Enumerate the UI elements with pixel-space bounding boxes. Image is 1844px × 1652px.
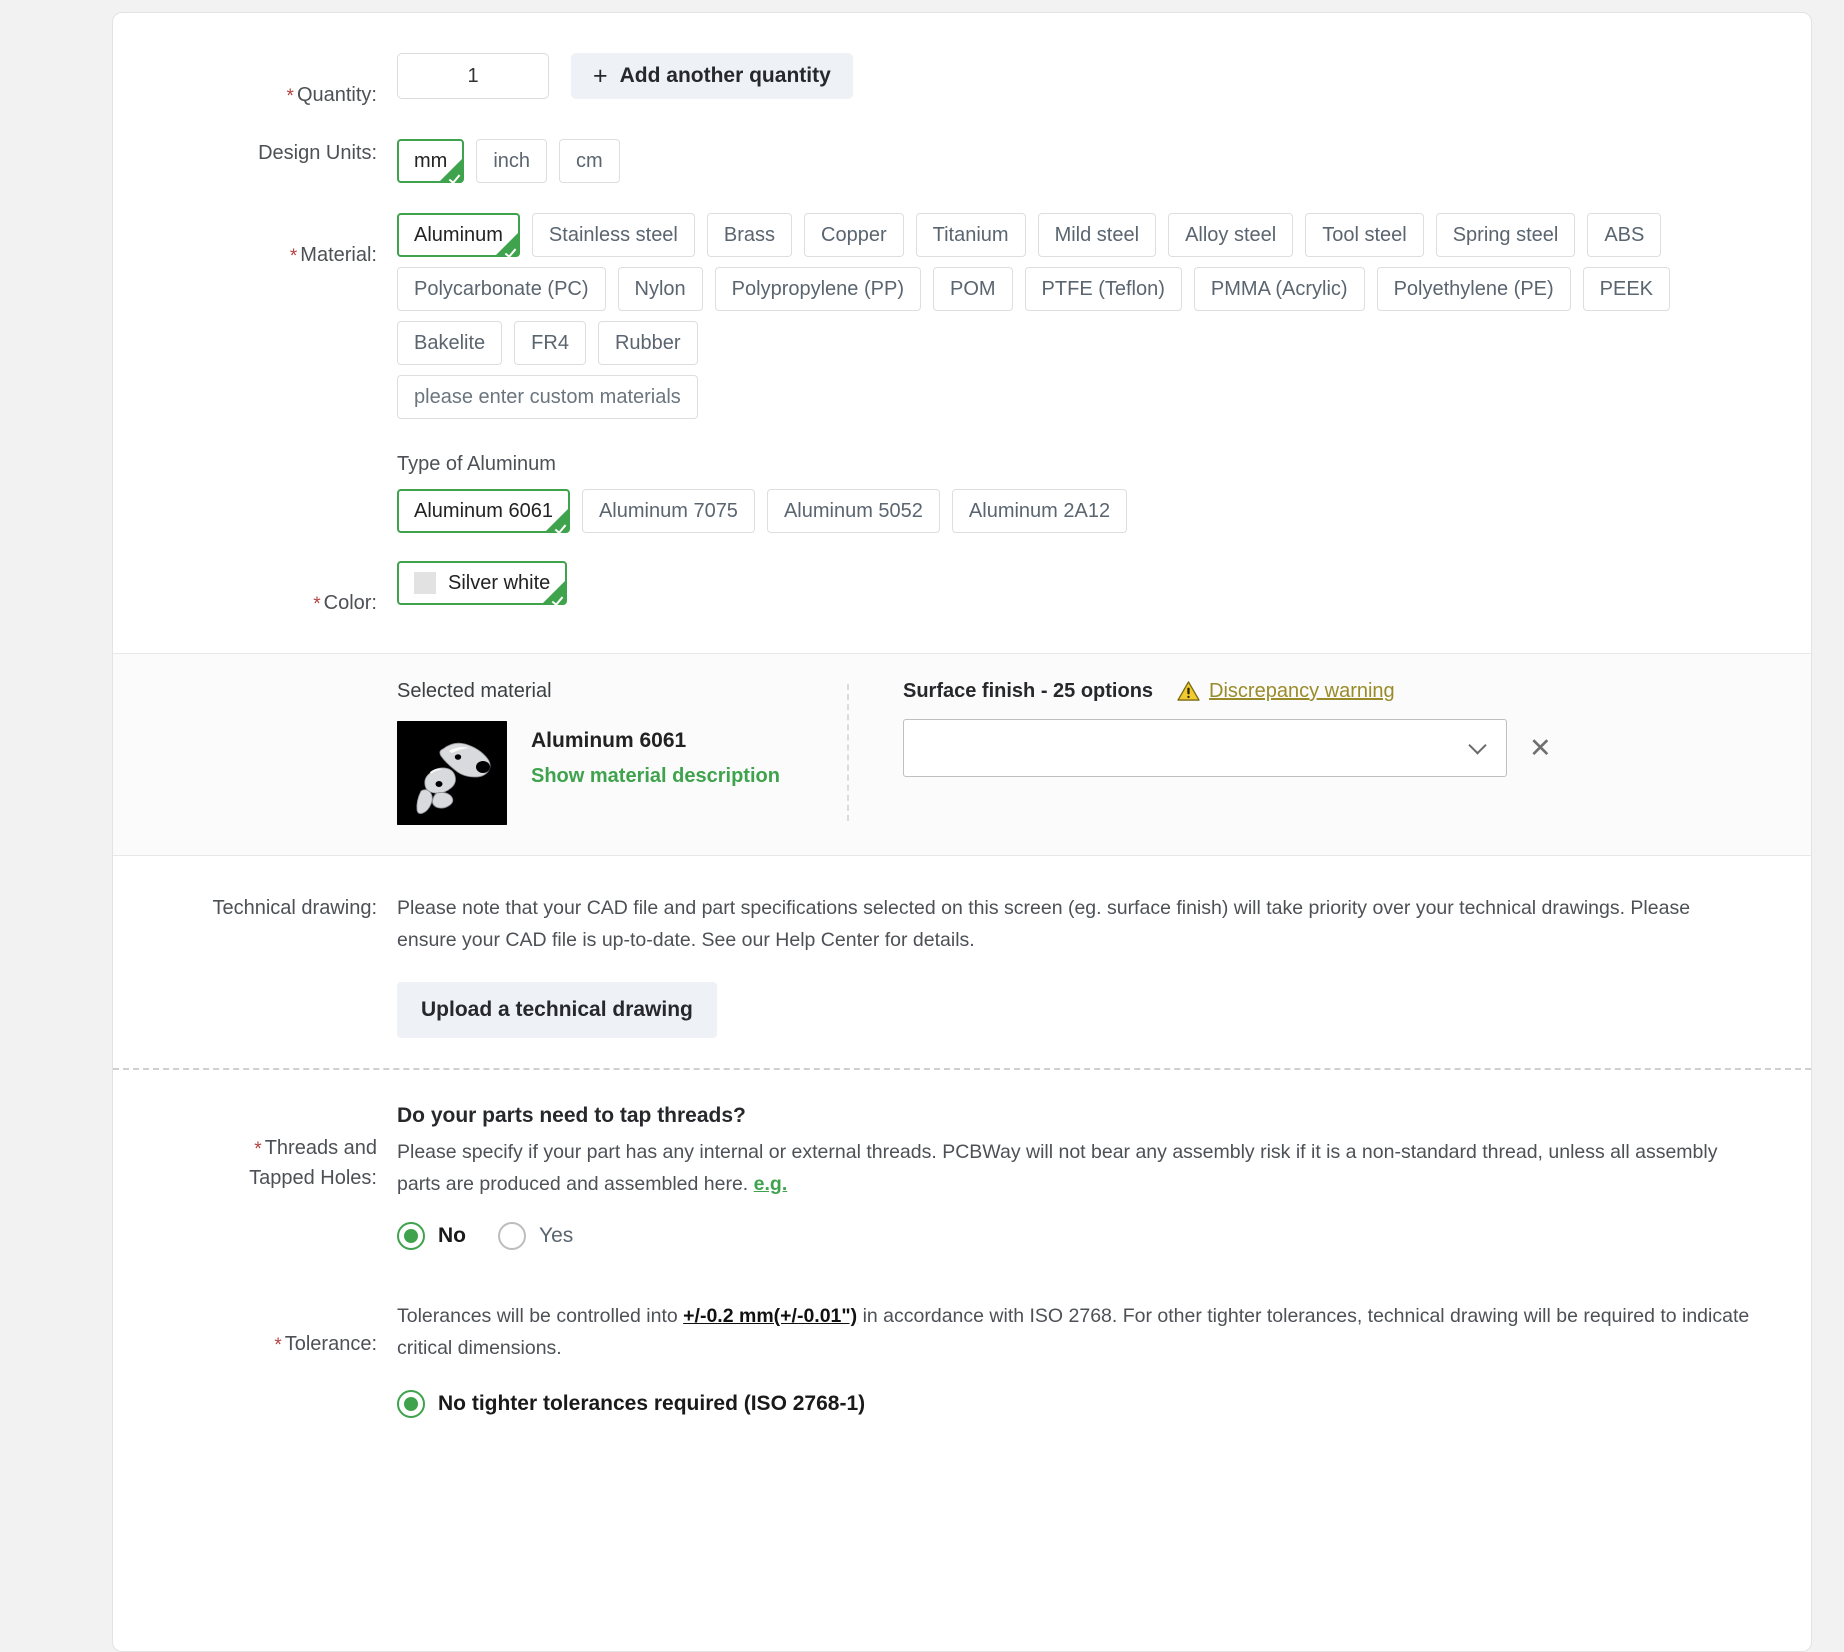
tolerance-option-label: No tighter tolerances required (ISO 2768… bbox=[438, 1392, 865, 1416]
radio-icon-selected bbox=[397, 1222, 425, 1250]
design-units-label: Design Units: bbox=[113, 139, 397, 167]
material-option-aluminum[interactable]: Aluminum bbox=[397, 213, 520, 257]
material-option-spring-steel[interactable]: Spring steel bbox=[1436, 213, 1576, 257]
required-asterisk: * bbox=[254, 1139, 261, 1160]
threads-option-no-label: No bbox=[438, 1224, 466, 1248]
plus-icon: + bbox=[593, 64, 608, 89]
tolerance-note-before: Tolerances will be controlled into bbox=[397, 1305, 678, 1327]
design-units-options: mm inch cm bbox=[397, 139, 1787, 183]
material-option-polycarbonate[interactable]: Polycarbonate (PC) bbox=[397, 267, 606, 311]
clear-surface-finish-button[interactable]: ✕ bbox=[1529, 735, 1552, 762]
material-option-polyethylene[interactable]: Polyethylene (PE) bbox=[1377, 267, 1571, 311]
tolerance-value[interactable]: +/-0.2 mm(+/-0.01") bbox=[683, 1305, 857, 1327]
material-option-rubber[interactable]: Rubber bbox=[598, 321, 698, 365]
threads-option-yes[interactable]: Yes bbox=[498, 1222, 573, 1250]
quantity-label: *Quantity: bbox=[113, 53, 397, 111]
material-option-tool-steel[interactable]: Tool steel bbox=[1305, 213, 1424, 257]
color-section: *Color: Silver white bbox=[113, 533, 1811, 653]
check-icon bbox=[505, 246, 517, 258]
material-option-copper[interactable]: Copper bbox=[804, 213, 904, 257]
machined-part-image bbox=[397, 721, 507, 825]
selected-material-heading: Selected material bbox=[397, 680, 847, 703]
threads-question: Do your parts need to tap threads? bbox=[397, 1104, 1787, 1128]
part-configuration-card: *Quantity: + Add another quantity Design… bbox=[112, 12, 1812, 1652]
selected-material-name: Aluminum 6061 bbox=[531, 729, 780, 753]
quantity-input[interactable] bbox=[397, 53, 549, 99]
design-unit-cm[interactable]: cm bbox=[559, 139, 620, 183]
custom-material-input[interactable]: please enter custom materials bbox=[397, 375, 698, 419]
threads-note-text: Please specify if your part has any inte… bbox=[397, 1141, 1717, 1195]
required-asterisk: * bbox=[313, 594, 320, 615]
tolerance-label: *Tolerance: bbox=[113, 1300, 397, 1360]
chevron-down-icon bbox=[1468, 736, 1486, 754]
material-option-ptfe[interactable]: PTFE (Teflon) bbox=[1025, 267, 1182, 311]
discrepancy-warning-label: Discrepancy warning bbox=[1209, 680, 1395, 703]
design-unit-inch[interactable]: inch bbox=[476, 139, 547, 183]
add-another-quantity-label: Add another quantity bbox=[620, 64, 831, 88]
threads-option-no[interactable]: No bbox=[397, 1222, 466, 1250]
color-option-silver-white[interactable]: Silver white bbox=[397, 561, 567, 605]
material-option-polypropylene[interactable]: Polypropylene (PP) bbox=[715, 267, 921, 311]
material-type-aluminum-5052[interactable]: Aluminum 5052 bbox=[767, 489, 940, 533]
upload-technical-drawing-button[interactable]: Upload a technical drawing bbox=[397, 982, 717, 1038]
material-type-aluminum-6061[interactable]: Aluminum 6061 bbox=[397, 489, 570, 533]
radio-icon-selected bbox=[397, 1390, 425, 1418]
material-label: *Material: bbox=[113, 213, 397, 271]
check-icon bbox=[555, 522, 567, 534]
technical-drawing-note: Please note that your CAD file and part … bbox=[397, 892, 1752, 956]
show-material-description-link[interactable]: Show material description bbox=[531, 765, 780, 788]
required-asterisk: * bbox=[287, 86, 294, 107]
color-swatch-icon bbox=[414, 572, 436, 594]
material-option-nylon[interactable]: Nylon bbox=[618, 267, 703, 311]
material-option-brass[interactable]: Brass bbox=[707, 213, 792, 257]
material-options: Aluminum Stainless steel Brass Copper Ti… bbox=[397, 213, 1787, 365]
color-options: Silver white bbox=[397, 561, 1787, 605]
material-type-title: Type of Aluminum bbox=[397, 453, 1787, 476]
check-icon bbox=[552, 594, 564, 606]
material-type-aluminum-7075[interactable]: Aluminum 7075 bbox=[582, 489, 755, 533]
material-option-pom[interactable]: POM bbox=[933, 267, 1013, 311]
technical-drawing-label: Technical drawing: bbox=[113, 892, 397, 922]
check-icon bbox=[449, 172, 461, 184]
material-section: *Material: Aluminum Stainless steel Bras… bbox=[113, 183, 1811, 533]
design-units-section: Design Units: mm inch cm bbox=[113, 111, 1811, 183]
discrepancy-warning-link[interactable]: Discrepancy warning bbox=[1177, 680, 1395, 703]
material-option-abs[interactable]: ABS bbox=[1587, 213, 1661, 257]
material-option-alloy-steel[interactable]: Alloy steel bbox=[1168, 213, 1293, 257]
required-asterisk: * bbox=[290, 246, 297, 267]
technical-drawing-section: Technical drawing: Please note that your… bbox=[113, 856, 1811, 1068]
material-option-stainless-steel[interactable]: Stainless steel bbox=[532, 213, 695, 257]
warning-triangle-icon bbox=[1177, 681, 1200, 702]
surface-finish-select[interactable] bbox=[903, 719, 1507, 777]
material-option-titanium[interactable]: Titanium bbox=[916, 213, 1026, 257]
design-unit-mm[interactable]: mm bbox=[397, 139, 464, 183]
material-option-peek[interactable]: PEEK bbox=[1583, 267, 1670, 311]
tolerance-section: *Tolerance: Tolerances will be controlle… bbox=[113, 1268, 1811, 1458]
machined-bracket-thumbnail bbox=[397, 721, 507, 825]
threads-option-yes-label: Yes bbox=[539, 1224, 573, 1248]
material-option-pmma[interactable]: PMMA (Acrylic) bbox=[1194, 267, 1365, 311]
tolerance-note: Tolerances will be controlled into +/-0.… bbox=[397, 1300, 1752, 1364]
required-asterisk: * bbox=[274, 1335, 281, 1356]
color-label: *Color: bbox=[113, 561, 397, 619]
material-option-bakelite[interactable]: Bakelite bbox=[397, 321, 502, 365]
quantity-section: *Quantity: + Add another quantity bbox=[113, 13, 1811, 111]
threads-radio-group: No Yes bbox=[397, 1222, 1787, 1250]
material-option-mild-steel[interactable]: Mild steel bbox=[1038, 213, 1156, 257]
threads-example-link[interactable]: e.g. bbox=[754, 1173, 788, 1195]
tolerance-option-no-tighter[interactable]: No tighter tolerances required (ISO 2768… bbox=[397, 1390, 1787, 1418]
selected-material-band: Selected material bbox=[113, 653, 1811, 856]
radio-icon bbox=[498, 1222, 526, 1250]
surface-finish-title: Surface finish - 25 options bbox=[903, 680, 1153, 703]
add-another-quantity-button[interactable]: + Add another quantity bbox=[571, 53, 853, 99]
material-option-fr4[interactable]: FR4 bbox=[514, 321, 586, 365]
material-type-options: Aluminum 6061 Aluminum 7075 Aluminum 505… bbox=[397, 489, 1787, 533]
threads-section: *Threads and Tapped Holes: Do your parts… bbox=[113, 1070, 1811, 1268]
selected-material-panel: Selected material bbox=[113, 680, 847, 825]
threads-label: *Threads and Tapped Holes: bbox=[113, 1104, 397, 1192]
material-type-aluminum-2a12[interactable]: Aluminum 2A12 bbox=[952, 489, 1127, 533]
threads-note: Please specify if your part has any inte… bbox=[397, 1136, 1752, 1200]
surface-finish-panel: Surface finish - 25 options Discrepancy … bbox=[849, 680, 1811, 825]
